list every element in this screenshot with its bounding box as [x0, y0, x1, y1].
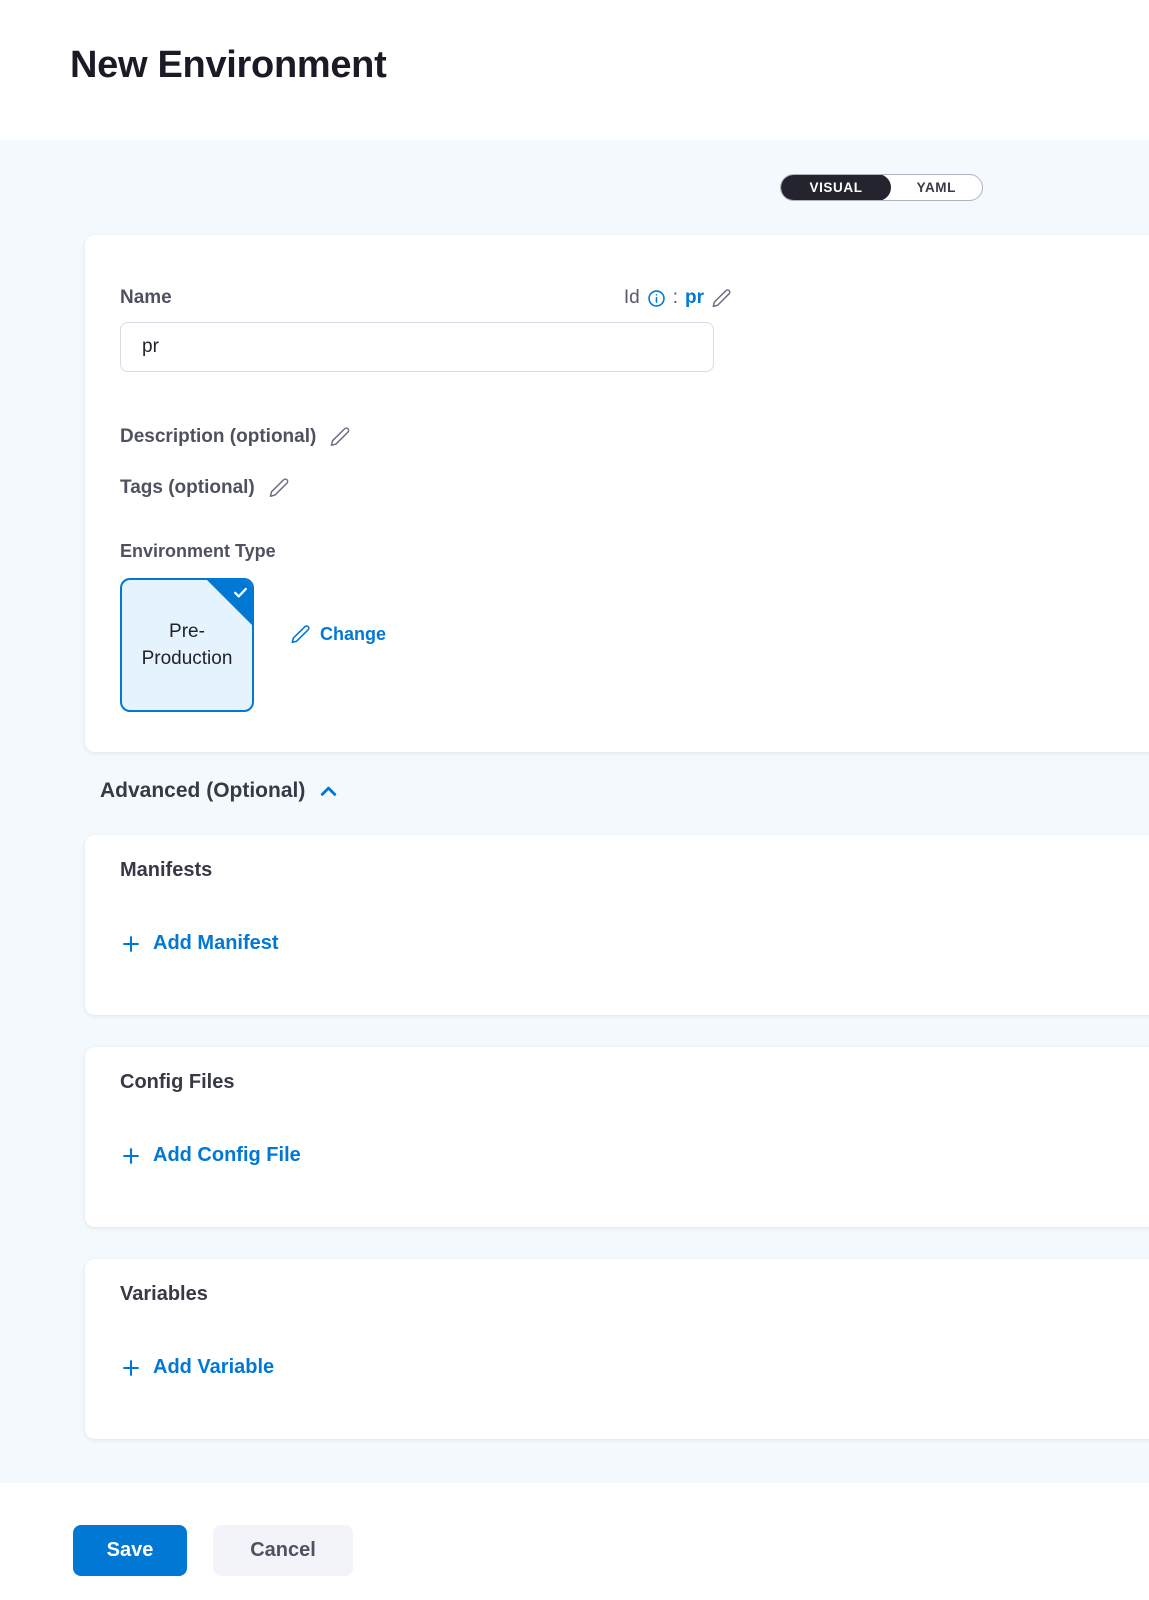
- environment-type-label: Environment Type: [120, 541, 1126, 562]
- edit-tags-icon[interactable]: [268, 477, 290, 499]
- add-variable-label: Add Variable: [153, 1356, 274, 1379]
- variables-card: Variables Add Variable: [85, 1259, 1149, 1439]
- add-variable-button[interactable]: Add Variable: [120, 1356, 274, 1379]
- environment-type-row: Pre-Production Change: [120, 578, 1126, 712]
- id-label: Id: [624, 287, 640, 309]
- id-value: pr: [685, 287, 704, 309]
- tags-label: Tags (optional): [120, 477, 255, 499]
- check-icon: [232, 584, 249, 601]
- description-row: Description (optional): [120, 426, 1126, 448]
- manifests-title: Manifests: [120, 859, 1126, 882]
- toggle-option-yaml[interactable]: YAML: [891, 174, 982, 201]
- config-files-card: Config Files Add Config File: [85, 1047, 1149, 1227]
- page-title: New Environment: [70, 44, 1149, 87]
- variables-title: Variables: [120, 1283, 1126, 1306]
- save-button[interactable]: Save: [73, 1525, 187, 1576]
- view-mode-row: VISUAL YAML: [0, 140, 1149, 201]
- change-environment-type-button[interactable]: Change: [290, 624, 386, 645]
- add-manifest-button[interactable]: Add Manifest: [120, 932, 279, 955]
- advanced-label: Advanced (Optional): [100, 779, 305, 803]
- chevron-up-icon: [317, 780, 340, 803]
- manifests-card: Manifests Add Manifest: [85, 835, 1149, 1015]
- add-config-file-label: Add Config File: [153, 1144, 301, 1167]
- form-footer: Save Cancel: [0, 1483, 1149, 1576]
- environment-form-area: VISUAL YAML Name Id : pr: [0, 140, 1149, 1483]
- toggle-option-visual[interactable]: VISUAL: [781, 174, 890, 201]
- plus-icon: [120, 933, 142, 955]
- id-separator: :: [673, 287, 678, 309]
- add-config-file-button[interactable]: Add Config File: [120, 1144, 301, 1167]
- visual-yaml-toggle: VISUAL YAML: [780, 174, 983, 201]
- plus-icon: [120, 1145, 142, 1167]
- edit-id-icon[interactable]: [711, 288, 732, 309]
- advanced-section-toggle[interactable]: Advanced (Optional): [100, 779, 340, 803]
- edit-description-icon[interactable]: [329, 426, 351, 448]
- id-display: Id : pr: [624, 287, 732, 309]
- name-id-row: Name Id : pr: [120, 287, 732, 309]
- name-input[interactable]: [120, 322, 714, 372]
- config-files-title: Config Files: [120, 1071, 1126, 1094]
- add-manifest-label: Add Manifest: [153, 932, 279, 955]
- environment-type-value: Pre-Production: [122, 618, 252, 672]
- edit-pencil-icon: [290, 624, 311, 645]
- name-label: Name: [120, 287, 172, 309]
- cancel-button[interactable]: Cancel: [213, 1525, 353, 1576]
- description-label: Description (optional): [120, 426, 316, 448]
- change-label: Change: [320, 624, 386, 645]
- environment-details-card: Name Id : pr: [85, 235, 1149, 752]
- page-header: New Environment: [0, 0, 1149, 140]
- plus-icon: [120, 1357, 142, 1379]
- tags-row: Tags (optional): [120, 477, 1126, 499]
- environment-type-preproduction-tile[interactable]: Pre-Production: [120, 578, 254, 712]
- info-icon[interactable]: [647, 289, 666, 308]
